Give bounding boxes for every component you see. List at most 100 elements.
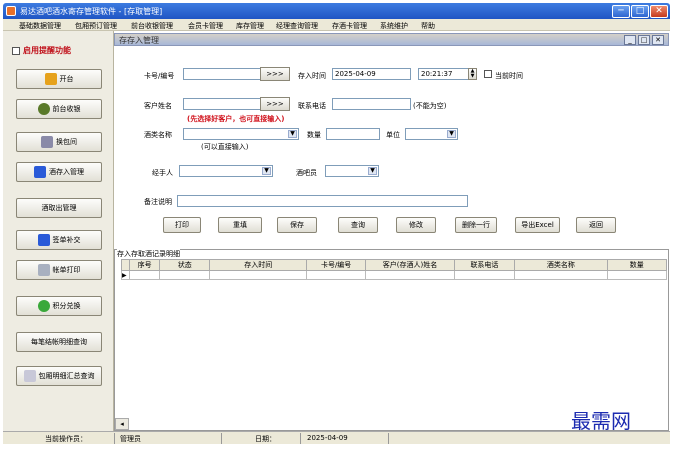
deposit-label: 酒存入管理 xyxy=(49,168,84,176)
sidebar: 启用提醒功能 开台 前台收银 换包间 酒存入管理 酒取出管理 签单补交 帐单打印… xyxy=(3,31,114,431)
card-lookup-button[interactable]: >>> xyxy=(260,67,290,81)
qty-label: 数量 xyxy=(307,131,321,139)
open-table-button[interactable]: 开台 xyxy=(16,69,102,89)
withdraw-button[interactable]: 酒取出管理 xyxy=(16,198,102,218)
export-excel-button[interactable]: 导出Excel xyxy=(515,217,560,233)
app-icon xyxy=(6,6,16,16)
withdraw-label: 酒取出管理 xyxy=(41,204,77,212)
deposit-button[interactable]: 酒存入管理 xyxy=(16,162,102,182)
menu-system[interactable]: 系统维护 xyxy=(380,21,408,31)
chevron-down-icon: ▼ xyxy=(288,130,297,138)
col-index[interactable]: 序号 xyxy=(129,259,161,271)
cashier-icon xyxy=(37,103,50,115)
menu-cashier[interactable]: 前台收银管理 xyxy=(131,21,173,31)
delete-row-button[interactable]: 删除一行 xyxy=(455,217,497,233)
menu-inventory[interactable]: 库存管理 xyxy=(236,21,264,31)
points-button[interactable]: 积分兑换 xyxy=(16,296,102,316)
scroll-left-button[interactable]: ◂ xyxy=(115,418,129,430)
wine-label: 酒类名称 xyxy=(144,131,172,139)
sign-bill-icon xyxy=(37,234,50,246)
operator-value: 管理员 xyxy=(120,435,141,443)
date-value: 2025-04-09 xyxy=(307,434,348,442)
status-separator xyxy=(300,433,301,444)
table-row[interactable]: ▶ xyxy=(120,270,668,280)
edit-button[interactable]: 修改 xyxy=(396,217,436,233)
customer-label: 客户姓名 xyxy=(144,102,172,110)
time-spinner[interactable]: ▲ ▼ xyxy=(468,68,477,80)
back-button[interactable]: 返回 xyxy=(576,217,616,233)
col-customer[interactable]: 客户(存酒人)姓名 xyxy=(365,259,455,271)
row-indicator-header xyxy=(120,259,131,271)
status-separator xyxy=(388,433,389,444)
minimize-button[interactable]: ─ xyxy=(612,5,630,18)
col-store-time[interactable]: 存入时间 xyxy=(209,259,307,271)
menu-wine-card[interactable]: 存酒卡管理 xyxy=(332,21,367,31)
query-button[interactable]: 查询 xyxy=(338,217,378,233)
col-phone[interactable]: 联系电话 xyxy=(453,259,516,271)
phone-input[interactable] xyxy=(332,98,411,110)
col-card[interactable]: 卡号/编号 xyxy=(305,259,367,271)
close-button[interactable]: ✕ xyxy=(650,5,668,18)
bill-detail-query-button[interactable]: 每笔结帐明细查询 xyxy=(16,332,102,352)
sign-bill-label: 签单补交 xyxy=(52,236,81,244)
reset-button[interactable]: 重填 xyxy=(218,217,262,233)
room-summary-query-button[interactable]: 包厢明细汇总查询 xyxy=(16,366,102,386)
menu-basic-data[interactable]: 基础数据管理 xyxy=(19,21,61,31)
unit-label: 单位 xyxy=(386,131,400,139)
deposit-icon xyxy=(34,166,46,178)
customer-hint: (先选择好客户，也可直接输入) xyxy=(187,115,285,123)
child-window-title: 存存入管理 xyxy=(119,36,159,45)
menu-manager-query[interactable]: 经理查询管理 xyxy=(276,21,318,31)
records-table: 序号 状态 存入时间 卡号/编号 客户(存酒人)姓名 联系电话 酒类名称 数量 … xyxy=(120,259,668,280)
qty-input[interactable] xyxy=(326,128,380,140)
wine-select[interactable]: ▼ xyxy=(183,128,299,140)
remind-label: 启用提醒功能 xyxy=(23,46,71,55)
print-button[interactable]: 打印 xyxy=(163,217,201,233)
note-input[interactable] xyxy=(177,195,468,207)
customer-input[interactable] xyxy=(183,98,267,110)
child-close-button[interactable]: ✕ xyxy=(652,35,664,45)
unit-select[interactable]: ▼ xyxy=(405,128,458,140)
sign-bill-button[interactable]: 签单补交 xyxy=(16,230,102,250)
open-table-icon xyxy=(44,73,57,85)
remind-toggle[interactable]: 启用提醒功能 xyxy=(12,45,71,56)
print-bill-label: 帐单打印 xyxy=(52,266,81,274)
deposit-form: 卡号/编号 >>> 存入时间 2025-04-09 20:21:37 ▲ ▼ 当前… xyxy=(114,46,669,249)
points-icon xyxy=(37,300,50,312)
records-panel: 存入存取酒记录明细 序号 状态 存入时间 卡号/编号 客户(存酒人)姓名 联系电… xyxy=(114,249,669,431)
records-title: 存入存取酒记录明细 xyxy=(117,249,180,259)
phone-hint: (不能为空) xyxy=(413,102,447,110)
child-minimize-button[interactable]: _ xyxy=(624,35,636,45)
card-label: 卡号/编号 xyxy=(144,72,175,80)
menu-help[interactable]: 帮助 xyxy=(421,21,435,31)
col-status[interactable]: 状态 xyxy=(159,259,211,271)
cashier-button[interactable]: 前台收银 xyxy=(16,99,102,119)
operator-label: 当前操作员： xyxy=(45,435,87,443)
current-time-checkbox[interactable] xyxy=(484,70,492,78)
remind-checkbox[interactable] xyxy=(12,46,20,55)
summary-icon xyxy=(23,370,36,382)
store-date-input[interactable]: 2025-04-09 xyxy=(332,68,411,80)
status-bar: 当前操作员： 管理员 日期： 2025-04-09 xyxy=(3,431,670,444)
col-wine[interactable]: 酒类名称 xyxy=(514,259,608,271)
bartender-select[interactable]: ▼ xyxy=(325,165,379,177)
bill-detail-query-label: 每笔结帐明细查询 xyxy=(31,338,87,346)
child-maximize-button[interactable]: □ xyxy=(638,35,650,45)
maximize-button[interactable]: □ xyxy=(631,5,649,18)
change-room-icon xyxy=(41,136,53,148)
current-time-label: 当前时间 xyxy=(495,72,523,80)
store-time-label: 存入时间 xyxy=(298,72,326,80)
row-pointer-icon: ▶ xyxy=(120,270,131,280)
col-qty[interactable]: 数量 xyxy=(606,259,668,271)
store-time-input[interactable]: 20:21:37 xyxy=(418,68,470,80)
print-icon xyxy=(37,264,50,276)
customer-lookup-button[interactable]: >>> xyxy=(260,97,290,111)
menu-room-booking[interactable]: 包厢预订管理 xyxy=(75,21,117,31)
menu-member-card[interactable]: 会员卡管理 xyxy=(188,21,223,31)
handler-select[interactable]: ▼ xyxy=(179,165,273,177)
save-button[interactable]: 保存 xyxy=(277,217,317,233)
print-bill-button[interactable]: 帐单打印 xyxy=(16,260,102,280)
card-input[interactable] xyxy=(183,68,267,80)
change-room-button[interactable]: 换包间 xyxy=(16,132,102,152)
title-bar: 易达酒吧酒水寄存管理软件 - [存取管理] ─ □ ✕ xyxy=(3,3,670,19)
